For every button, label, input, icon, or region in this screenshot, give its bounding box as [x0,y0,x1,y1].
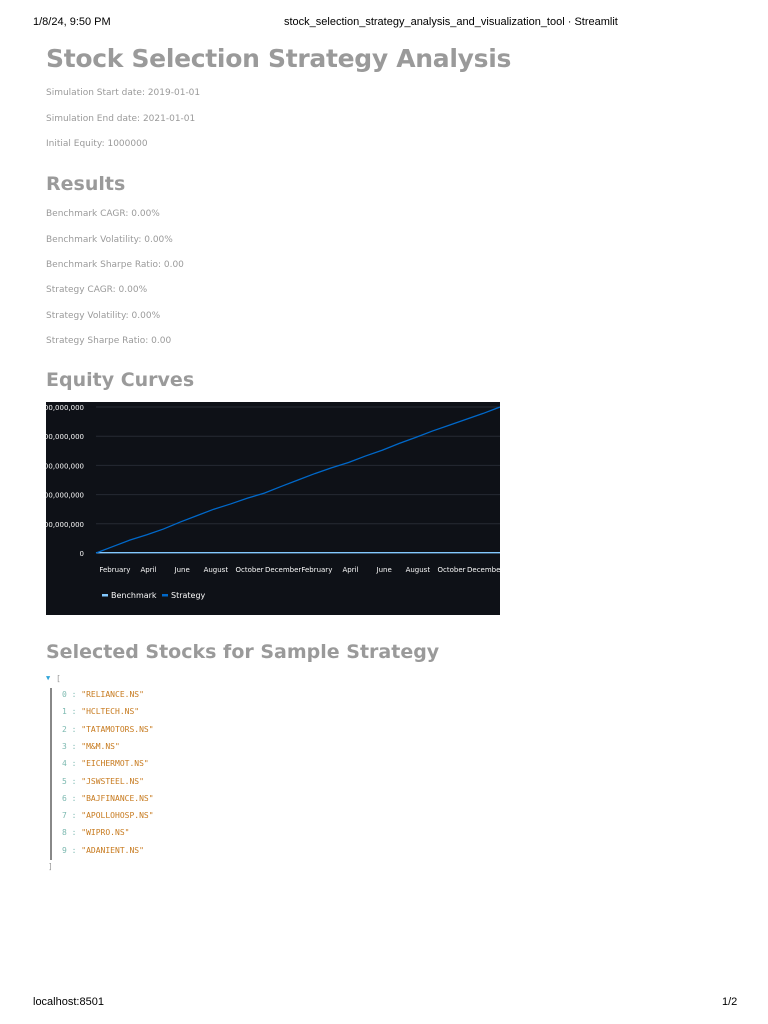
json-list-item: 6 : "BAJFINANCE.NS" [62,793,154,803]
x-tick-label: February [301,566,332,574]
collapse-caret-icon[interactable]: ▼ [46,674,50,682]
series-line-strategy [95,406,501,554]
x-tick-label: June [174,566,190,574]
json-list-item: 0 : "RELIANCE.NS" [62,690,144,699]
print-page-number: 1/2 [722,996,738,1008]
print-datetime: 1/8/24, 9:50 PM [33,16,111,28]
results-heading: Results [46,173,126,195]
json-list-item: 2 : "TATAMOTORS.NS" [62,724,154,734]
json-list-item: 4 : "EICHERMOT.NS" [62,759,149,769]
x-tick-label: August [204,566,229,574]
item-value: "HCLTECH.NS" [81,707,140,717]
json-list-item: 9 : "ADANIENT.NS" [62,845,144,855]
benchmark-volatility: Benchmark Volatility: 0.00% [46,235,173,245]
equity-chart[interactable]: 0 100,000,000 200,000,000 300,000,000 400,00… [39,402,503,615]
item-value: "RELIANCE.NS" [81,690,144,699]
y-tick-label: 500,000,000 [46,404,84,412]
y-tick-label: 300,000,000 [46,462,84,470]
start-date-text: Simulation Start date: 2019-01-01 [46,88,201,98]
legend-label-benchmark: Benchmark [111,591,157,600]
end-date-text: Simulation End date: 2021-01-01 [46,114,196,124]
strategy-volatility: Strategy Volatility: 0.00% [46,311,161,321]
x-tick-label: April [343,566,359,574]
json-list-item: 5 : "JSWSTEEL.NS" [62,776,144,786]
json-list-item: 3 : "M&M.NS" [62,741,120,751]
print-page-title: stock_selection_strategy_analysis_and_vi… [284,16,618,28]
equity-curves-heading: Equity Curves [46,369,195,391]
legend-label-strategy: Strategy [171,591,206,600]
y-tick-label: 200,000,000 [46,492,84,500]
x-tick-label: October [235,566,263,574]
page-title: Stock Selection Strategy Analysis [46,44,512,73]
json-viewer: ▼ [ 0 : "RELIANCE.NS" 1 : "HCLTECH.NS" 2 :… [46,674,246,884]
legend-swatch-strategy [162,594,168,597]
print-url: localhost:8501 [33,996,104,1008]
x-tick-label: December [265,566,301,574]
y-tick-label: 400,000,000 [46,433,84,441]
item-value: "ADANIENT.NS" [81,845,144,855]
legend-swatch-benchmark [102,594,108,597]
json-list-item: 7 : "APOLLOHOSP.NS" [62,811,154,821]
equity-chart-svg: 0 100,000,000 200,000,000 300,000,000 400,00… [39,404,503,600]
benchmark-cagr: Benchmark CAGR: 0.00% [46,209,160,219]
item-value: "TATAMOTORS.NS" [81,724,154,734]
item-value: "WIPRO.NS" [81,828,130,838]
item-value: "EICHERMOT.NS" [81,759,149,769]
x-tick-label: December [467,566,500,574]
strategy-cagr: Strategy CAGR: 0.00% [46,285,148,295]
benchmark-sharpe: Benchmark Sharpe Ratio: 0.00 [46,260,184,270]
x-tick-label: April [141,566,157,574]
item-value: "APOLLOHOSP.NS" [81,811,154,821]
item-value: "M&M.NS" [81,741,120,751]
item-value: "JSWSTEEL.NS" [81,776,144,786]
json-close-bracket: ] [48,862,53,871]
x-tick-label: August [406,566,431,574]
y-tick-label: 100,000,000 [46,521,84,529]
json-indent-line [50,688,52,860]
item-value: "BAJFINANCE.NS" [81,793,154,803]
x-tick-label: February [99,566,130,574]
x-tick-label: October [437,566,465,574]
strategy-sharpe: Strategy Sharpe Ratio: 0.00 [46,336,172,346]
json-list-item: 1 : "HCLTECH.NS" [62,707,140,717]
json-list-item: 8 : "WIPRO.NS" [62,828,130,838]
x-tick-label: June [376,566,392,574]
json-open-bracket: [ [56,674,61,683]
initial-equity-text: Initial Equity: 1000000 [46,139,148,149]
y-tick-label: 0 [80,550,84,558]
stocks-heading: Selected Stocks for Sample Strategy [46,641,440,663]
